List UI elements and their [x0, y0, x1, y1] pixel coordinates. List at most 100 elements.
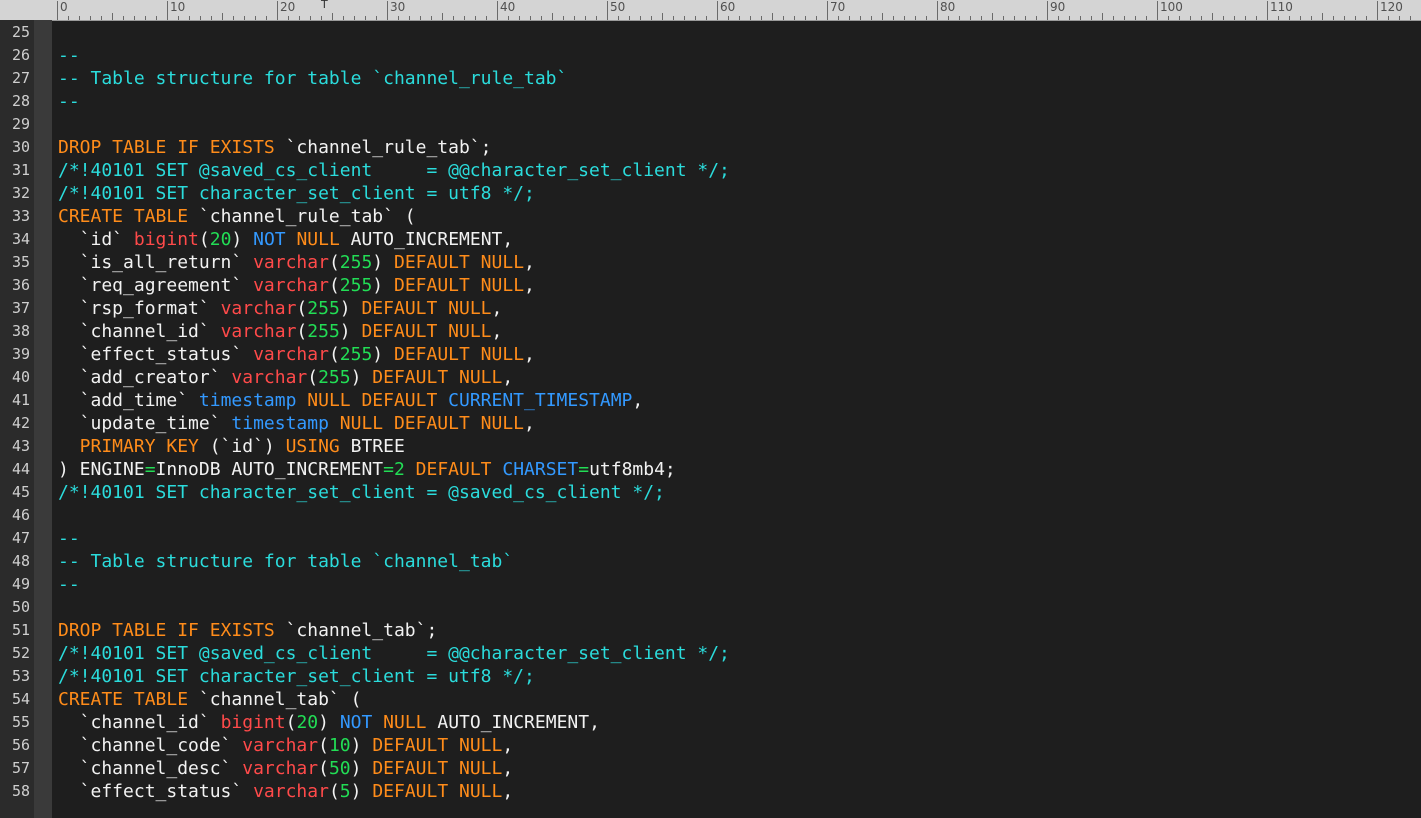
- code-line[interactable]: 32 /*!40101 SET character_set_client = ut…: [0, 182, 1421, 205]
- code-line[interactable]: 26 --: [0, 44, 1421, 67]
- code-token: `is_all_return`: [58, 252, 254, 273]
- ruler-tick: [442, 13, 443, 20]
- line-text: DROP TABLE IF EXISTS `channel_tab`;: [58, 619, 437, 642]
- code-token: 5: [339, 781, 351, 802]
- code-token: ;: [426, 620, 438, 641]
- code-token: NULL: [285, 229, 351, 250]
- code-line[interactable]: 28 --: [0, 90, 1421, 113]
- ruler-tick: [827, 1, 828, 20]
- code-token: --: [58, 574, 80, 595]
- ruler-tick: [112, 13, 113, 20]
- code-line[interactable]: 35 `is_all_return` varchar(255) DEFAULT …: [0, 251, 1421, 274]
- code-line[interactable]: 31 /*!40101 SET @saved_cs_client = @@char…: [0, 159, 1421, 182]
- code-token: `add_time`: [58, 390, 199, 411]
- code-line[interactable]: 45 /*!40101 SET character_set_client = @s…: [0, 481, 1421, 504]
- code-token: ,: [632, 390, 644, 411]
- line-text: -- Table structure for table `channel_ta…: [58, 550, 513, 573]
- code-token: ,: [502, 781, 514, 802]
- code-line[interactable]: 49 --: [0, 573, 1421, 596]
- ruler-label: 50: [610, 0, 626, 14]
- code-token: `rsp_format`: [58, 298, 221, 319]
- code-token: NULL DEFAULT: [296, 390, 449, 411]
- code-line[interactable]: 56 `channel_code` varchar(10) DEFAULT NU…: [0, 734, 1421, 757]
- code-line[interactable]: 46: [0, 504, 1421, 527]
- code-line[interactable]: 44) ENGINE=InnoDB AUTO_INCREMENT=2 DEFAU…: [0, 458, 1421, 481]
- ruler-label: 30: [390, 0, 406, 14]
- code-line[interactable]: 58 `effect_status` varchar(5) DEFAULT NU…: [0, 780, 1421, 803]
- code-line[interactable]: 36 `req_agreement` varchar(255) DEFAULT …: [0, 274, 1421, 297]
- code-line[interactable]: 29: [0, 113, 1421, 136]
- code-token: USING: [285, 436, 340, 457]
- ruler-label: 110: [1270, 0, 1293, 14]
- code-token: ,: [524, 344, 535, 365]
- ruler-tick: [1157, 1, 1158, 20]
- line-text: --: [58, 573, 80, 596]
- code-line[interactable]: 51 DROP TABLE IF EXISTS `channel_tab`;: [0, 619, 1421, 642]
- line-number: 45: [11, 483, 30, 501]
- code-line[interactable]: 30 DROP TABLE IF EXISTS `channel_rule_tab…: [0, 136, 1421, 159]
- code-line[interactable]: 38 `channel_id` varchar(255) DEFAULT NUL…: [0, 320, 1421, 343]
- line-text: `id` bigint(20) NOT NULL AUTO_INCREMENT,: [58, 228, 514, 251]
- code-token: 255: [339, 344, 373, 365]
- code-line[interactable]: 55 `channel_id` bigint(20) NOT NULL AUTO…: [0, 711, 1421, 734]
- code-line[interactable]: 54 CREATE TABLE `channel_tab` (: [0, 688, 1421, 711]
- code-token: varchar: [231, 367, 308, 388]
- code-token: DEFAULT NULL: [393, 252, 525, 273]
- code-line[interactable]: 43 PRIMARY KEY (`id`) USING BTREE: [0, 435, 1421, 458]
- line-number: 38: [11, 322, 30, 340]
- line-number: 30: [11, 138, 30, 156]
- code-token: `channel_id`: [58, 712, 221, 733]
- code-line[interactable]: 37 `rsp_format` varchar(255) DEFAULT NUL…: [0, 297, 1421, 320]
- line-number: 25: [11, 23, 30, 41]
- code-token: DEFAULT NULL: [372, 781, 503, 802]
- code-token: ): [372, 275, 394, 296]
- code-token: ,: [524, 413, 535, 434]
- code-token: /*!40101 SET character_set_client = utf8…: [58, 183, 535, 204]
- code-token: ,: [524, 252, 535, 273]
- code-line[interactable]: 50: [0, 596, 1421, 619]
- code-token: /*!40101 SET @saved_cs_client = @@charac…: [58, 160, 730, 181]
- code-token: DEFAULT NULL: [393, 344, 525, 365]
- code-line[interactable]: 48 -- Table structure for table `channel_…: [0, 550, 1421, 573]
- code-line[interactable]: 25: [0, 21, 1421, 44]
- code-token: CREATE TABLE: [58, 206, 199, 227]
- code-line[interactable]: 52 /*!40101 SET @saved_cs_client = @@char…: [0, 642, 1421, 665]
- code-line[interactable]: 27 -- Table structure for table `channel_…: [0, 67, 1421, 90]
- code-line[interactable]: 53 /*!40101 SET character_set_client = ut…: [0, 665, 1421, 688]
- line-number: 54: [11, 690, 30, 708]
- code-token: 2: [393, 459, 405, 480]
- code-line[interactable]: 40 `add_creator` varchar(255) DEFAULT NU…: [0, 366, 1421, 389]
- code-token: =: [144, 459, 156, 480]
- code-token: (: [296, 321, 308, 342]
- ruler-tick: [1322, 13, 1323, 20]
- code-line[interactable]: 41 `add_time` timestamp NULL DEFAULT CUR…: [0, 389, 1421, 412]
- ruler-tick: [1102, 13, 1103, 20]
- code-token: NULL: [372, 712, 438, 733]
- code-token: `channel_tab`: [285, 620, 427, 641]
- code-token: NOT: [339, 712, 373, 733]
- line-number: 47: [11, 529, 30, 547]
- code-editor[interactable]: 25 26 -- 27 -- Table structure for table `ch…: [0, 20, 1421, 818]
- code-token: bigint: [133, 229, 199, 250]
- code-token: AUTO_INCREMENT,: [350, 229, 514, 250]
- code-token: varchar: [253, 344, 329, 365]
- code-token: DROP TABLE IF EXISTS: [58, 620, 286, 641]
- code-line[interactable]: 39 `effect_status` varchar(255) DEFAULT …: [0, 343, 1421, 366]
- line-text: CREATE TABLE `channel_tab` (: [58, 688, 361, 711]
- code-line[interactable]: 42 `update_time` timestamp NULL DEFAULT …: [0, 412, 1421, 435]
- code-token: ): [339, 321, 362, 342]
- line-text: `effect_status` varchar(255) DEFAULT NUL…: [58, 343, 535, 366]
- code-line[interactable]: 57 `channel_desc` varchar(50) DEFAULT NU…: [0, 757, 1421, 780]
- code-token: DEFAULT NULL: [372, 735, 503, 756]
- code-line[interactable]: 33 CREATE TABLE `channel_rule_tab` (: [0, 205, 1421, 228]
- line-number: 55: [11, 713, 30, 731]
- ruler-label: 20: [280, 0, 296, 14]
- code-line[interactable]: 34 `id` bigint(20) NOT NULL AUTO_INCREME…: [0, 228, 1421, 251]
- column-ruler: T 0 10 20 30 40 50 60 70 80 90 100 110 120: [0, 0, 1421, 21]
- code-token: (: [393, 206, 416, 227]
- ruler-tick: [167, 1, 168, 20]
- line-number: 26: [11, 46, 30, 64]
- code-line[interactable]: 47 --: [0, 527, 1421, 550]
- ruler-tick: [607, 1, 608, 20]
- code-token: --: [58, 45, 80, 66]
